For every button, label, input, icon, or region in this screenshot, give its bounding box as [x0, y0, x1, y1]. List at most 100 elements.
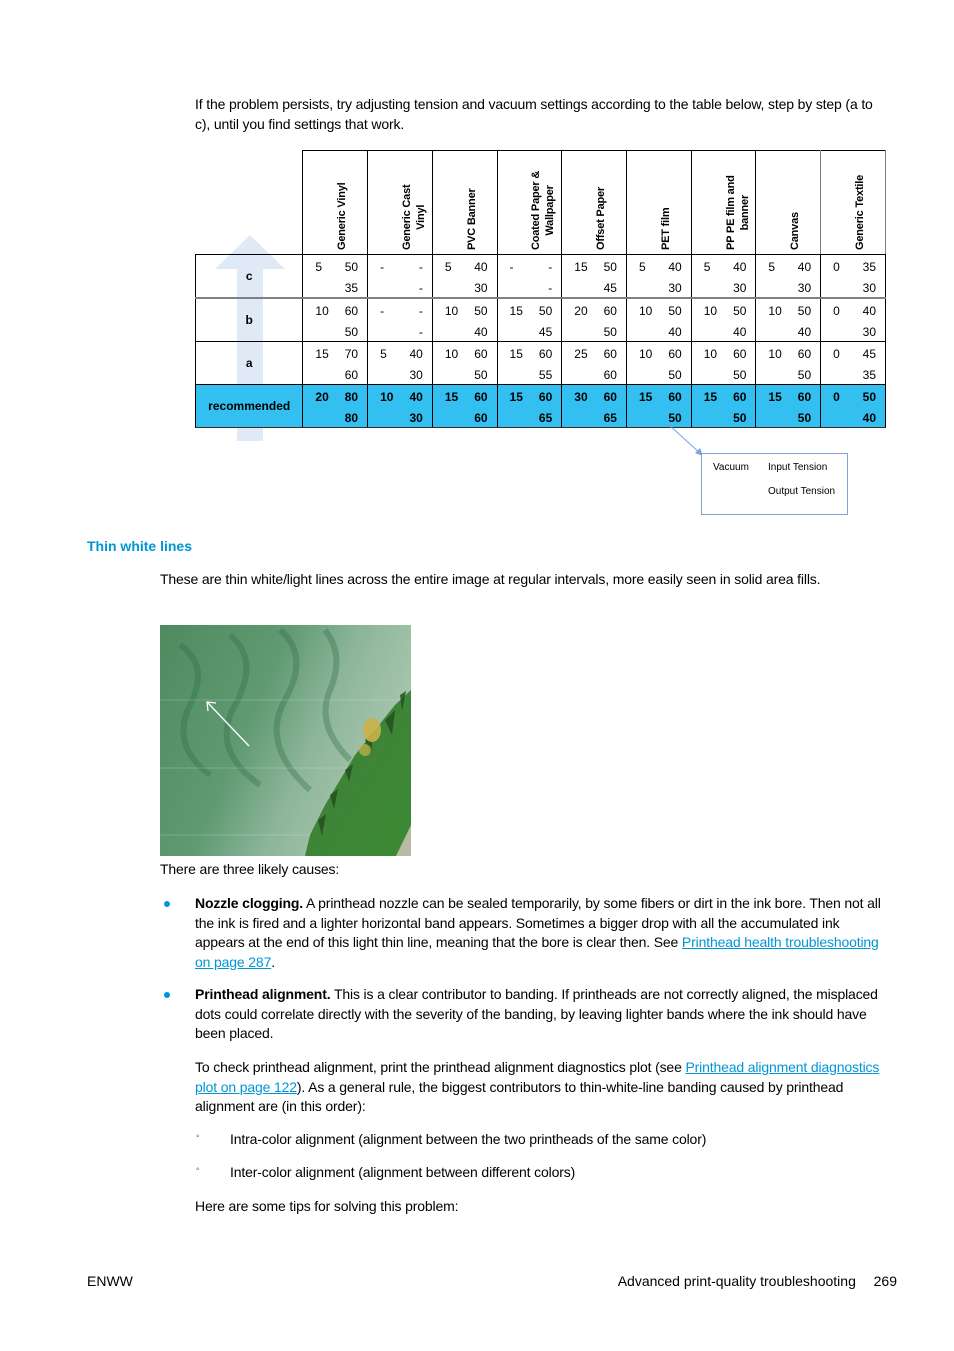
column-header-line1: PVC Banner — [465, 188, 478, 250]
table-row-a: a 15 70 60 5 40 30 10 60 50 15 60 55 25 60 60 10 60 50 10 60… — [194, 341, 886, 385]
vacuum-value: 10 — [703, 347, 718, 361]
bullet-nozzle-clogging: Nozzle clogging. A printhead nozzle can … — [195, 894, 885, 972]
input-value: 40 — [409, 390, 423, 404]
output-value: 30 — [733, 281, 747, 295]
vacuum-value: 30 — [574, 390, 588, 404]
table-cell: 10 40 30 — [367, 384, 433, 428]
output-value: 50 — [733, 411, 747, 425]
input-value: 60 — [474, 390, 488, 404]
table-cell: 5 40 30 — [690, 254, 757, 299]
row-label: a — [194, 341, 304, 385]
column-header-line1: Canvas — [789, 212, 802, 250]
output-value: 50 — [603, 325, 617, 339]
bullet-title: Printhead alignment. — [195, 986, 331, 1002]
vacuum-value: 15 — [703, 390, 718, 404]
input-value: 40 — [474, 260, 488, 274]
table-cell: 20 60 50 — [561, 297, 627, 342]
input-value: 45 — [862, 347, 876, 361]
vacuum-value: 20 — [315, 390, 329, 404]
column-header: PET film — [625, 150, 692, 255]
output-value: 30 — [409, 368, 423, 382]
vacuum-value: 10 — [380, 390, 394, 404]
table-cell: 15 50 45 — [561, 254, 627, 299]
bullet-icon — [164, 901, 170, 907]
column-header: Offset Paper — [561, 150, 627, 255]
vacuum-value: 10 — [703, 304, 718, 318]
column-header-line1: Generic Textile — [854, 174, 867, 250]
output-value: - — [418, 325, 423, 339]
vacuum-value: 0 — [833, 347, 840, 361]
bullet-printhead-alignment: Printhead alignment. This is a clear con… — [195, 985, 885, 1044]
column-header: PP PE film and banner — [690, 150, 757, 255]
vacuum-value: 0 — [833, 390, 840, 404]
vacuum-value: 15 — [509, 304, 523, 318]
vacuum-value: 10 — [315, 304, 329, 318]
table-cell: 5 40 30 — [367, 341, 433, 385]
input-value: 40 — [862, 304, 876, 318]
input-value: 50 — [474, 304, 488, 318]
vacuum-value: 15 — [509, 390, 523, 404]
footer-section-title: Advanced print-quality troubleshooting — [617, 1273, 856, 1289]
table-cell: 10 60 50 — [431, 341, 498, 385]
table-cell: 10 50 40 — [431, 297, 498, 342]
output-value: 40 — [474, 325, 488, 339]
output-value: 50 — [344, 325, 359, 339]
vacuum-value: 10 — [768, 347, 782, 361]
input-value: 40 — [797, 260, 812, 274]
output-value: 80 — [344, 411, 359, 425]
vacuum-value: 15 — [574, 260, 588, 274]
output-value: 40 — [668, 325, 682, 339]
column-header: Coated Paper & Wallpaper — [496, 150, 563, 255]
table-cell: 15 60 50 — [625, 384, 692, 428]
input-value: 60 — [668, 390, 682, 404]
empty-header-cell — [196, 151, 303, 255]
table-cell: 15 60 65 — [496, 384, 563, 428]
input-value: 60 — [797, 347, 812, 361]
column-header: Generic Cast Vinyl — [367, 150, 433, 255]
input-value: 80 — [344, 390, 359, 404]
table-cell: 5 50 35 — [302, 254, 369, 299]
vacuum-value: 10 — [638, 304, 653, 318]
likely-causes-text: There are three likely causes: — [160, 861, 340, 877]
vacuum-value: 5 — [315, 260, 323, 274]
output-value: 60 — [603, 368, 617, 382]
output-value: 35 — [344, 281, 359, 295]
column-header: Generic Textile — [820, 150, 886, 255]
output-value: 30 — [668, 281, 682, 295]
column-header-line1: Generic Cast — [400, 184, 413, 250]
table-cell: - - - — [496, 254, 563, 299]
input-value: 50 — [344, 260, 359, 274]
legend-pointer-icon — [667, 423, 703, 456]
output-value: 65 — [603, 411, 617, 425]
input-value: 50 — [862, 390, 876, 404]
vacuum-value: 5 — [703, 260, 711, 274]
vacuum-value: - — [380, 260, 385, 274]
row-label: c — [194, 254, 304, 299]
input-value: 60 — [603, 304, 617, 318]
output-value: 40 — [862, 411, 876, 425]
column-header-line1: PET film — [659, 207, 672, 250]
vacuum-value: 5 — [768, 260, 776, 274]
input-value: 60 — [668, 347, 682, 361]
input-value: 60 — [733, 347, 747, 361]
table-cell: 30 60 65 — [561, 384, 627, 428]
table-row-b: b 10 60 50 - - - 10 50 40 15 50 45 20 60 50 10 50 40 10 50 40… — [194, 297, 886, 342]
legend-output-tension: Output Tension — [768, 486, 836, 497]
footer-doc-code: ENWW — [87, 1273, 133, 1289]
vacuum-value: 10 — [444, 347, 459, 361]
table-cell: - - - — [367, 254, 433, 299]
table-cell: - - - — [367, 297, 433, 342]
row-label: b — [194, 297, 304, 342]
input-value: 40 — [733, 260, 747, 274]
alignment-check-paragraph: To check printhead alignment, print the … — [195, 1058, 885, 1117]
table-cell: 15 70 60 — [302, 341, 369, 385]
output-value: 50 — [668, 368, 682, 382]
input-value: 60 — [603, 347, 617, 361]
vacuum-value: 15 — [444, 390, 459, 404]
table-cell: 10 50 40 — [755, 297, 822, 342]
footer-page-number: 269 — [873, 1273, 897, 1289]
sub-bullet-intra-color: Intra-color alignment (alignment between… — [230, 1131, 707, 1147]
input-value: 50 — [797, 304, 812, 318]
vacuum-value: 5 — [444, 260, 452, 274]
table-cell: 15 60 55 — [496, 341, 563, 385]
